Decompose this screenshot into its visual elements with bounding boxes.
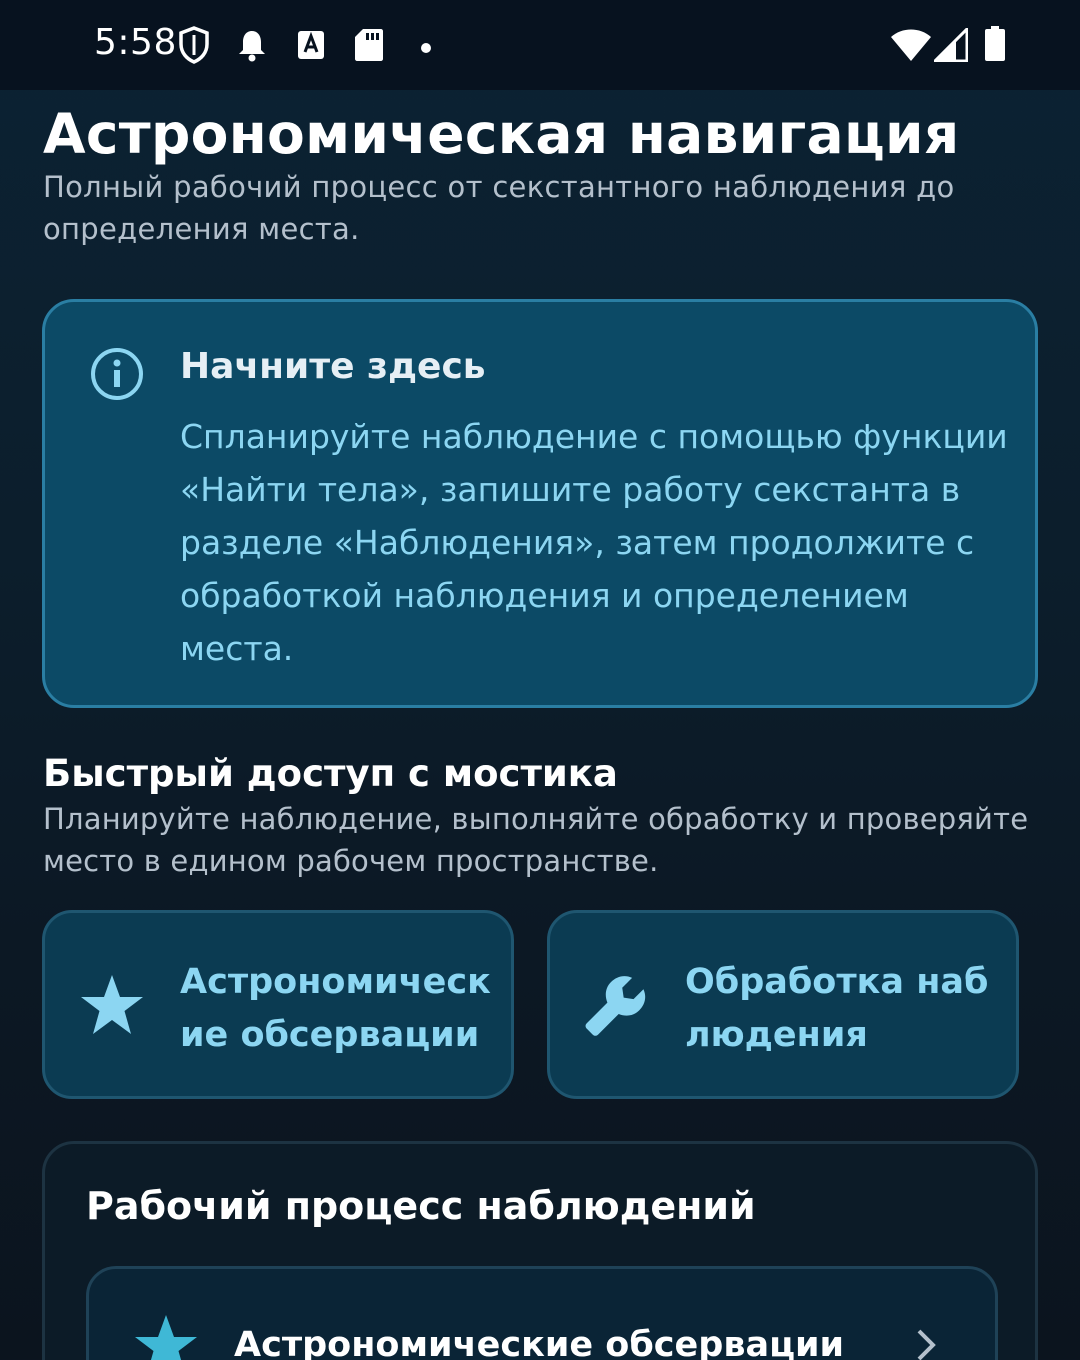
star-icon <box>133 1313 199 1360</box>
dot-icon <box>420 39 432 58</box>
info-card-body: Спланируйте наблюдение с помощью функции… <box>180 417 1008 668</box>
quick-access-label: Астрономические обсервации <box>180 962 491 1055</box>
wifi-icon <box>890 28 932 66</box>
keyboard-a-icon <box>297 30 325 64</box>
battery-icon <box>984 26 1006 66</box>
quick-access-title: Быстрый доступ с мостика <box>43 752 618 795</box>
quick-access-observations-button[interactable]: Астрономические обсервации <box>42 910 514 1099</box>
star-icon <box>79 973 145 1041</box>
quick-access-label: Обработка наблюдения <box>685 962 989 1055</box>
status-time: 5:58 <box>94 22 177 63</box>
notification-bell-icon <box>237 28 267 66</box>
wrench-icon <box>580 971 656 1051</box>
workflow-item-label: Астрономические обсервации <box>234 1325 845 1360</box>
workflow-item-observations[interactable]: Астрономические обсервации <box>86 1266 998 1360</box>
quick-access-subtitle: Планируйте наблюдение, выполняйте обрабо… <box>43 802 1029 878</box>
workflow-title: Рабочий процесс наблюдений <box>86 1184 756 1228</box>
status-bar: 5:58 <box>0 0 1080 90</box>
cell-signal-icon <box>931 25 969 66</box>
chevron-right-icon <box>914 1327 938 1360</box>
sd-card-icon <box>354 28 384 66</box>
shield-icon <box>178 26 210 68</box>
page-title: Астрономическая навигация <box>43 102 960 166</box>
observation-workflow-card: Рабочий процесс наблюдений Астрономическ… <box>42 1141 1038 1360</box>
info-card-title: Начните здесь <box>180 346 486 387</box>
info-icon <box>89 346 145 406</box>
page-subtitle: Полный рабочий процесс от секстантного н… <box>43 170 955 246</box>
quick-access-sight-reduction-button[interactable]: Обработка наблюдения <box>547 910 1019 1099</box>
start-here-card: Начните здесь Спланируйте наблюдение с п… <box>42 299 1038 708</box>
